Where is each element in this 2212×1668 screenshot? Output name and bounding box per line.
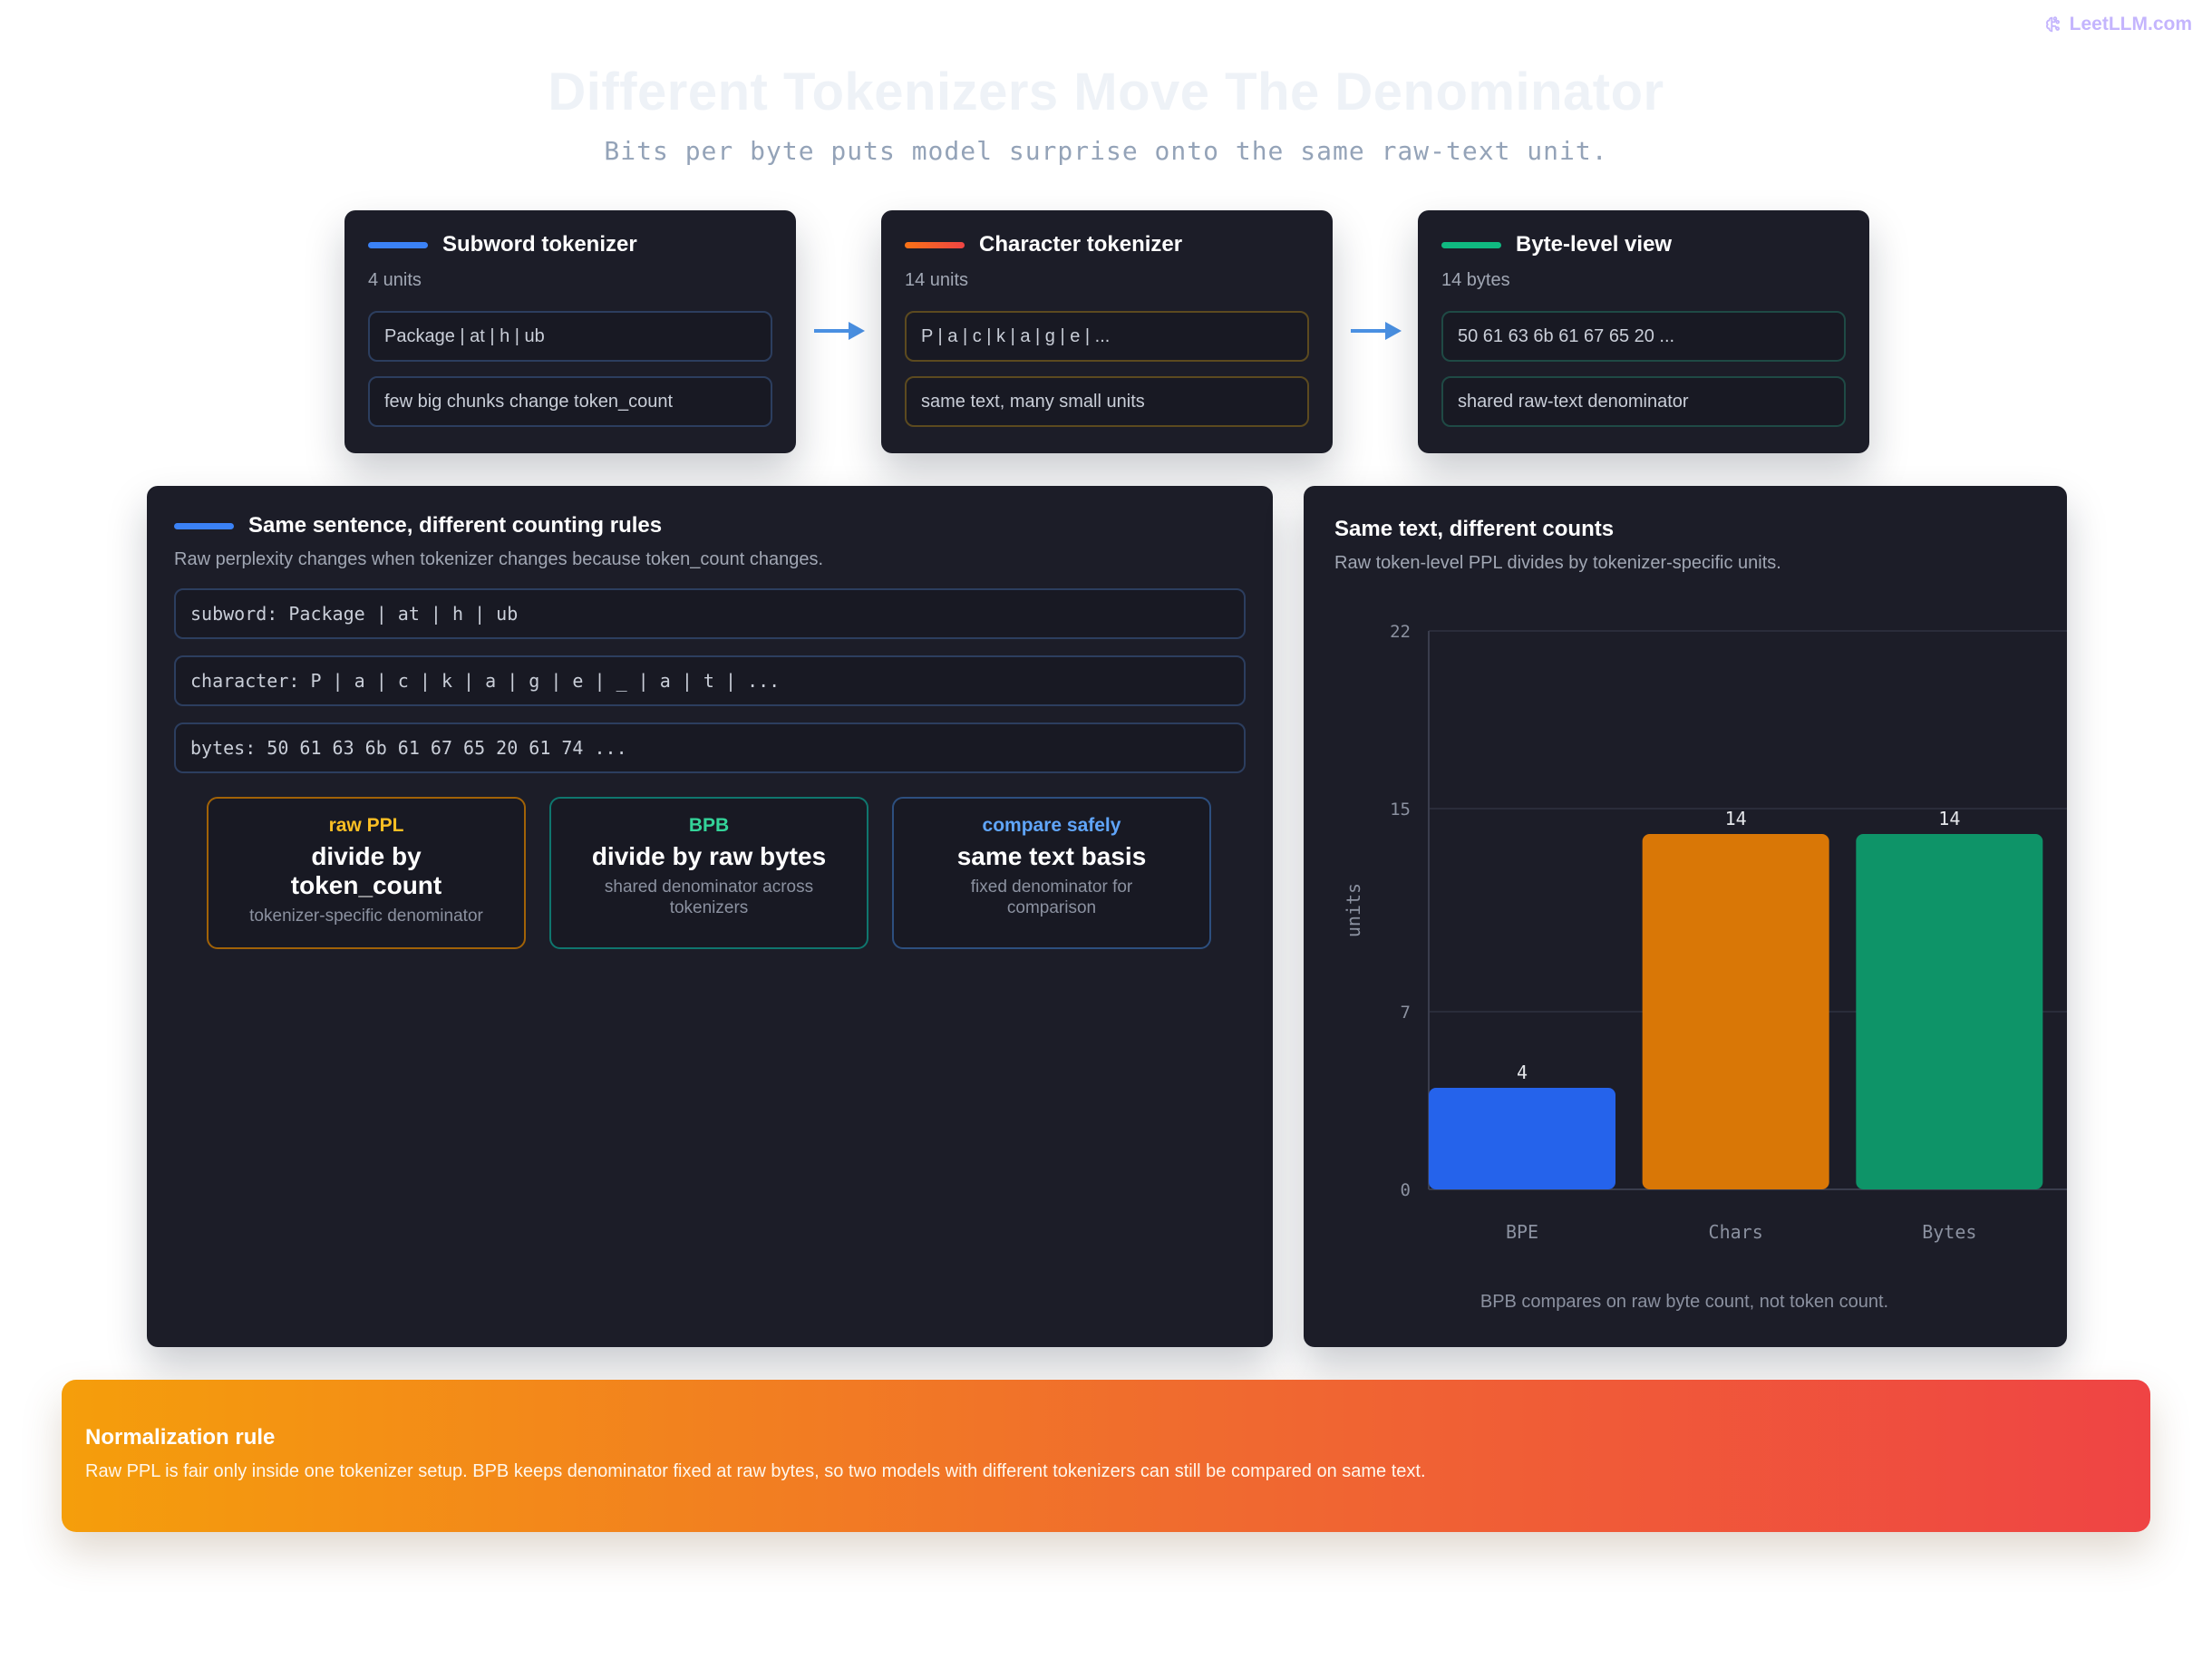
brain-icon [2045,16,2060,33]
byte-level-card: Byte-level view 14 bytes 50 61 63 6b 61 … [1418,210,1869,453]
banner-title: Normalization rule [85,1425,276,1450]
panel-description: Raw perplexity changes when tokenizer ch… [174,549,824,569]
bar-chars [1642,834,1829,1189]
card-count: 4 units [368,270,422,290]
card-title: Subword tokenizer [442,232,637,257]
normalization-banner: Normalization rule Raw PPL is fair only … [62,1380,2150,1532]
bar-bytes [1856,834,2043,1189]
bar-bpe [1429,1088,1615,1189]
compare-safely-rule-card: compare safely same text basis fixed den… [892,797,1211,949]
rule-main: divide by token_count [290,842,442,899]
counting-rules-panel: Same sentence, different counting rules … [147,486,1273,1347]
token-split-box: P | a | c | k | a | g | e | ... [905,311,1309,362]
rule-sub: fixed denominator for comparison [970,878,1133,917]
x-tick-label: Chars [1709,1221,1763,1243]
card-title: Character tokenizer [979,232,1183,257]
panel-title: Same sentence, different counting rules [248,513,663,538]
rule-main: same text basis [956,842,1147,870]
token-note-box: few big chunks change token_count [368,376,772,427]
y-tick-label: 7 [1401,1003,1411,1023]
token-split-box: 50 61 63 6b 61 67 65 20 ... [1441,311,1846,362]
brand-label: LeetLLM.com [2069,14,2192,34]
page-subtitle: Bits per byte puts model surprise onto t… [604,136,1608,166]
rule-main: divide by raw bytes [591,842,827,870]
rule-tag: raw PPL [328,815,404,836]
arrow-right-icon [1351,322,1402,340]
token-split-box: Package | at | h | ub [368,311,772,362]
accent-bar [1441,241,1501,248]
x-tick-label: Bytes [1922,1221,1976,1243]
rule-tag: compare safely [982,815,1121,836]
page-title: Different Tokenizers Move The Denominato… [548,63,1664,121]
y-axis-label: units [1343,883,1364,937]
y-tick-label: 0 [1401,1180,1411,1200]
bar-value-label: 4 [1517,1062,1528,1083]
token-note-box: shared raw-text denominator [1441,376,1846,427]
accent-bar [905,241,965,248]
subword-tokenizer-card: Subword tokenizer 4 units Package | at |… [344,210,796,453]
x-tick-label: BPE [1506,1221,1538,1243]
rule-sub: shared denominator across tokenizers [604,878,814,917]
character-tokenizer-card: Character tokenizer 14 units P | a | c |… [881,210,1333,453]
character-row: character: P | a | c | k | a | g | e | _… [174,655,1246,706]
card-title: Byte-level view [1516,232,1673,257]
counts-chart-panel: Same text, different counts Raw token-le… [1304,486,2067,1347]
banner-text: Raw PPL is fair only inside one tokenize… [85,1461,1426,1481]
bytes-row: bytes: 50 61 63 6b 61 67 65 20 61 74 ... [174,722,1246,773]
raw-ppl-rule-card: raw PPL divide by token_count tokenizer-… [207,797,526,949]
accent-bar [174,522,234,529]
token-note-box: same text, many small units [905,376,1309,427]
card-count: 14 bytes [1441,270,1510,290]
bar-chart: 0 7 15 22 units 4 BPE 14 Chars 14 Bytes BPB compare… [1343,622,2067,1312]
bpb-rule-card: BPB divide by raw bytes shared denominat… [549,797,868,949]
arrow-right-icon [814,322,865,340]
card-count: 14 units [905,270,969,290]
y-tick-label: 22 [1390,622,1411,642]
bar-value-label: 14 [1725,808,1747,829]
brand[interactable]: LeetLLM.com [2044,14,2192,35]
rule-sub: tokenizer-specific denominator [249,907,483,926]
bar-value-label: 14 [1938,808,1960,829]
y-tick-label: 15 [1390,800,1411,819]
subword-row: subword: Package | at | h | ub [174,588,1246,639]
chart-caption: BPB compares on raw byte count, not toke… [1480,1292,1888,1312]
accent-bar [368,241,428,248]
rule-tag: BPB [688,815,730,836]
